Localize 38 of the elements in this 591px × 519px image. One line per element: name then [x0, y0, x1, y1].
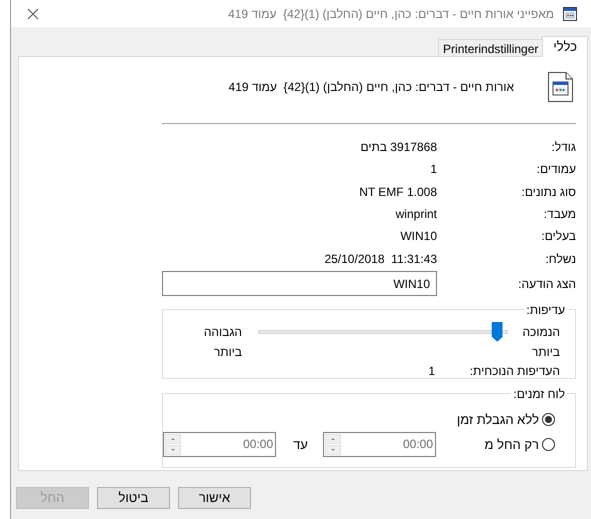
document-window-icon [562, 6, 578, 22]
radio-option[interactable]: ללא הגבלת זמן [436, 410, 555, 430]
down-arrow-icon [169, 446, 177, 453]
document-icon [547, 71, 574, 103]
dialog-button[interactable]: אישור [178, 487, 251, 509]
field-value: 1 [430, 161, 437, 178]
radio-button[interactable] [542, 438, 555, 451]
field-value: 3917868 בתים [360, 139, 437, 156]
priority-slider[interactable] [258, 322, 508, 343]
radio-button[interactable] [542, 413, 555, 426]
close-icon [27, 8, 39, 20]
field-label: גודל: [550, 139, 576, 156]
document-name: אורות חיים - דברים: כהן, חיים (החלבן) (1){42} עמוד 419 [228, 79, 514, 96]
radio-option[interactable]: רק החל מ [436, 434, 555, 454]
field-label: עמודים: [536, 161, 576, 178]
slider-min-label: הנמוכה ביותר [521, 324, 560, 361]
notify-input-field[interactable]: WIN10 [162, 271, 437, 296]
to-label: עד [292, 436, 308, 454]
down-arrow-icon [328, 446, 337, 453]
window-title: מאפייני אורות חיים - דברים: כהן, חיים (החלבן) (1){42} עמוד 419 [228, 6, 554, 22]
field-label: בעלים: [540, 228, 576, 246]
slider-max-label: הגבוהה ביותר [202, 324, 242, 361]
field-value: 25/10/2018 11:31:43 [324, 250, 437, 268]
tab[interactable]: Printerindstillinger [438, 39, 542, 56]
up-arrow-icon [169, 436, 177, 442]
field-value: NT EMF 1.008 [359, 184, 437, 201]
field-value: 1 [428, 362, 435, 380]
field-label: העדיפות הנוכחית: [468, 362, 560, 380]
slider-thumb[interactable] [492, 322, 503, 342]
tab[interactable]: כללי [542, 36, 588, 57]
up-arrow-icon [328, 436, 337, 442]
field-label: נשלח: [544, 250, 576, 268]
field-value: winprint [396, 206, 437, 224]
field-label: מעבד: [542, 206, 576, 224]
field-label: סוג נתונים: [520, 184, 576, 201]
field-value: WIN10 [400, 228, 437, 246]
field-label: הצג הודעה: [517, 276, 576, 293]
dialog-button[interactable]: ביטול [97, 487, 170, 509]
